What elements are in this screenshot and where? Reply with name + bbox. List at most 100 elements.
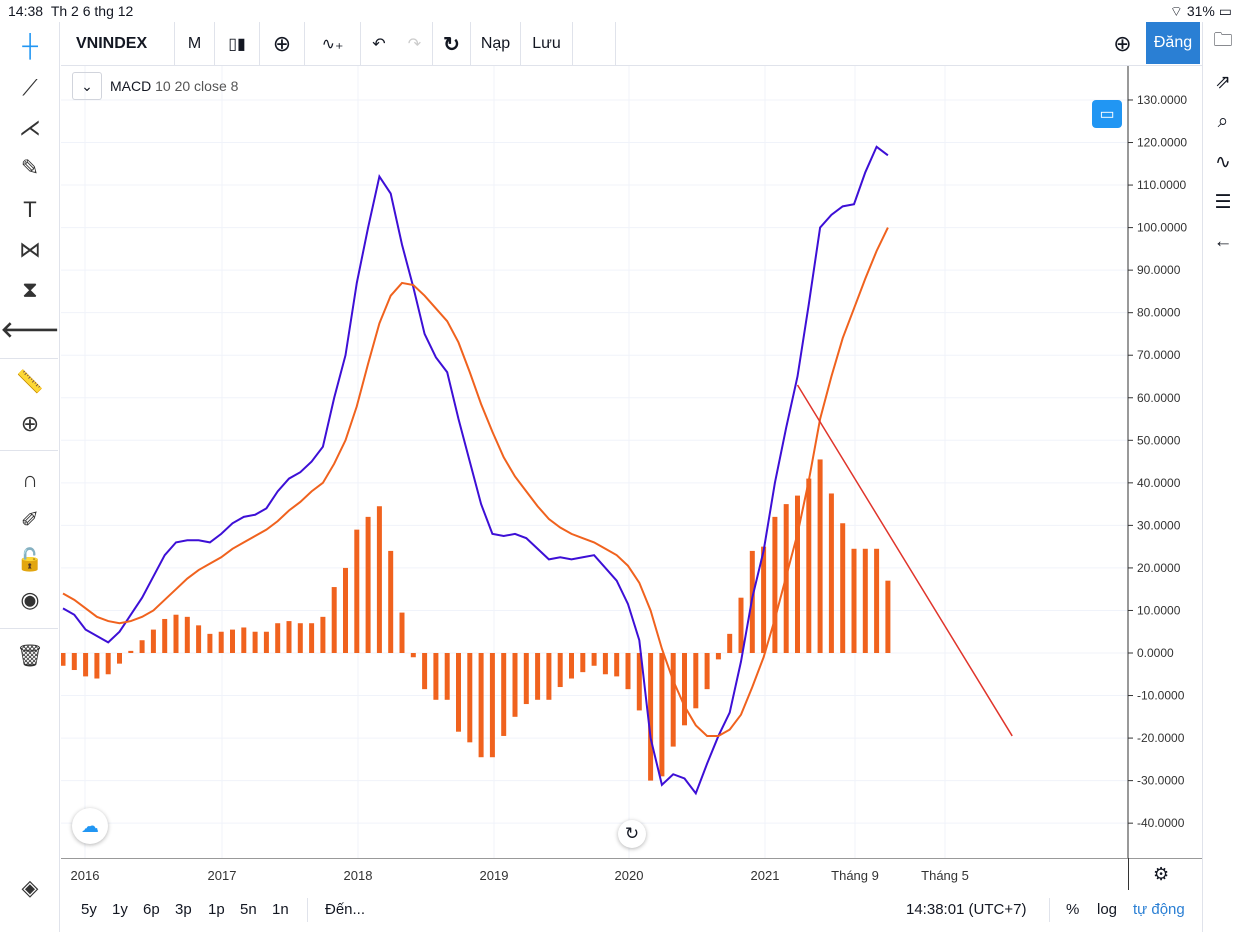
y-tick-label: 130.0000 [1137, 93, 1187, 107]
pulse-icon[interactable]: ∿ [1207, 146, 1239, 178]
unlock-icon[interactable]: 🔓 [10, 544, 50, 576]
y-tick-label: 10.0000 [1137, 603, 1181, 617]
time-label: Tháng 9 [831, 868, 879, 883]
histogram-bar [433, 653, 439, 700]
range-6m[interactable]: 6p [143, 901, 160, 918]
clock: 14:38:01 (UTC+7) [906, 901, 1027, 918]
y-tick-label: 30.0000 [1137, 518, 1181, 532]
trend-line-icon[interactable]: ⟋ [10, 72, 50, 104]
range-5d[interactable]: 5n [240, 901, 257, 918]
compare-add-icon[interactable]: ⊕ [260, 22, 305, 66]
histogram-bar [874, 548, 880, 653]
crosshair-icon[interactable]: ┼ [10, 30, 50, 62]
range-1m[interactable]: 1p [208, 901, 225, 918]
time-label: 2020 [614, 868, 644, 883]
time-label: 2017 [207, 868, 237, 883]
time-label: 2018 [343, 868, 373, 883]
range-1y[interactable]: 1y [112, 901, 128, 918]
auto-scale-toggle[interactable]: tự động [1133, 901, 1185, 918]
redo-icon[interactable]: ↷ [397, 22, 433, 66]
histogram-bar [456, 653, 461, 732]
list-icon[interactable]: ☰ [1207, 186, 1239, 218]
settings-gear-icon[interactable]: ⚙ [1153, 864, 1169, 885]
undo-icon[interactable]: ↶ [361, 22, 397, 66]
macd-chart[interactable]: 130.0000 120.0000 110.0000 100.0000 90.0000 8… [61, 66, 1202, 858]
prediction-icon[interactable]: ⧗ [10, 274, 50, 306]
histogram-bar [444, 653, 450, 700]
histogram-bar [422, 653, 428, 690]
pitchfork-icon[interactable]: ⋌ [10, 112, 50, 144]
range-5y[interactable]: 5y [81, 901, 97, 918]
histogram-bar [682, 653, 687, 726]
eye-icon[interactable]: ◉ [10, 584, 50, 616]
histogram-bar [828, 493, 834, 653]
histogram-bar [388, 550, 394, 653]
macd-line[interactable] [62, 145, 889, 796]
back-arrow-icon[interactable]: ← [1207, 226, 1239, 258]
range-3m[interactable]: 3p [175, 901, 192, 918]
histogram-bar [410, 653, 416, 658]
histogram-bar [218, 631, 224, 653]
bottom-bar: 5y 1y 6p 3p 1p 5n 1n Đến... 14:38:01 (UT… [61, 890, 1202, 930]
percent-toggle[interactable]: % [1066, 901, 1079, 918]
candles-icon[interactable]: ▯▮ [215, 22, 260, 66]
time-label: 2019 [479, 868, 509, 883]
histogram-bar [670, 653, 676, 747]
time-label: 2016 [70, 868, 100, 883]
magnet-icon[interactable]: ∩ [10, 464, 50, 496]
ruler-icon[interactable]: 📏 [10, 366, 50, 398]
histogram-bar [207, 633, 213, 653]
log-toggle[interactable]: log [1097, 901, 1117, 918]
chevron-down-icon[interactable]: ⌄ [72, 72, 102, 100]
histogram-bar [851, 548, 857, 653]
lock-drawing-icon[interactable]: ✐ [10, 504, 50, 536]
tradingview-logo-icon[interactable]: ☁ [72, 808, 108, 844]
publish-button[interactable]: Đăng [1146, 22, 1200, 64]
goto-date-button[interactable]: Đến... [325, 901, 365, 918]
histogram-bar [320, 616, 326, 653]
time-axis[interactable]: 2016 2017 2018 2019 2020 2021 Tháng 9 Th… [61, 858, 1202, 890]
indicators-icon[interactable]: ∿₊ [305, 22, 361, 66]
histogram-bar [557, 653, 563, 688]
zoom-in-icon[interactable]: ⊕ [10, 408, 50, 440]
add-icon[interactable]: ⊕ [1101, 22, 1144, 66]
histogram-bar [523, 653, 529, 705]
symbol-search[interactable]: VNINDEX [61, 22, 175, 66]
reset-chart-icon[interactable]: ↻ [618, 820, 646, 848]
y-tick-label: 90.0000 [1137, 263, 1181, 277]
histogram-bar [625, 653, 631, 690]
folder-icon[interactable]: 🗀 [1207, 26, 1239, 58]
interval-button[interactable]: M [175, 22, 215, 66]
load-button[interactable]: Nạp [471, 22, 521, 66]
histogram-bar [354, 529, 360, 653]
brush-icon[interactable]: ✎ [10, 152, 50, 184]
fit-screen-button[interactable]: ▭ [1092, 100, 1122, 128]
y-tick-label: 60.0000 [1137, 391, 1181, 405]
histogram-bar [94, 653, 100, 679]
histogram-bar [139, 640, 145, 653]
search-icon[interactable]: ⌕ [1207, 106, 1239, 138]
histogram-bar [309, 623, 315, 653]
histogram-bar [727, 633, 733, 653]
reload-icon[interactable]: ↻ [433, 22, 471, 66]
right-toolbar: 🗀 ⇗ ⌕ ∿ ☰ ← [1202, 22, 1242, 932]
status-bar: 14:38 Th 2 6 thg 12 ⌔ 31% ▭ [0, 0, 1242, 22]
histogram-bar [761, 546, 767, 653]
histogram-bar [399, 612, 405, 653]
layers-icon[interactable]: ◈ [10, 872, 50, 904]
histogram-bar [331, 587, 337, 653]
save-button[interactable]: Lưu [521, 22, 573, 66]
share-icon[interactable]: ⇗ [1207, 66, 1239, 98]
histogram-bar [286, 621, 292, 653]
y-tick-label: -10.0000 [1137, 689, 1185, 703]
histogram-bar [546, 653, 552, 700]
y-tick-label: -40.0000 [1137, 816, 1185, 830]
range-1d[interactable]: 1n [272, 901, 289, 918]
text-icon[interactable]: T [10, 194, 50, 226]
trash-icon[interactable]: 🗑 [10, 640, 50, 672]
histogram-bar [489, 653, 495, 758]
pattern-icon[interactable]: ⋈ [10, 234, 50, 266]
histogram-bar [467, 653, 473, 743]
arrow-left-icon[interactable]: 🡐 [1, 314, 60, 346]
status-time: 14:38 Th 2 6 thg 12 [8, 3, 134, 19]
